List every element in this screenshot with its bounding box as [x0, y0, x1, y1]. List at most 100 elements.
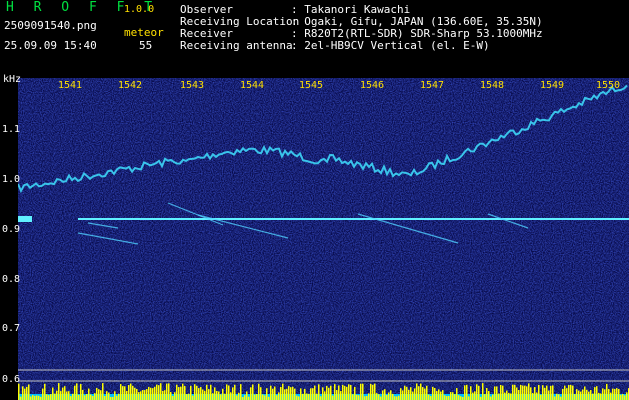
activity-bar — [20, 396, 22, 400]
activity-bar — [474, 391, 476, 400]
activity-bar — [286, 388, 288, 400]
x-tick-1544: 1544 — [240, 80, 265, 91]
activity-bar — [216, 390, 218, 400]
app-version: 1.0.0 — [124, 4, 155, 15]
activity-bar — [624, 395, 626, 400]
carrier-stub — [18, 216, 32, 222]
activity-bar — [374, 383, 376, 400]
activity-bar — [618, 389, 620, 400]
activity-bar — [578, 390, 580, 400]
x-tick-1550: 1550 — [596, 80, 621, 91]
activity-bar — [528, 383, 530, 400]
activity-bar — [312, 388, 314, 400]
activity-bar — [240, 384, 242, 400]
activity-bar — [22, 386, 24, 400]
activity-bar — [554, 396, 556, 400]
activity-bar — [120, 384, 122, 400]
activity-bar — [264, 395, 266, 400]
activity-bar — [46, 394, 48, 400]
activity-bar — [356, 394, 358, 400]
activity-bar — [106, 391, 108, 400]
activity-bar — [556, 393, 558, 400]
activity-bar — [214, 387, 216, 400]
y-tick-0-9: 0.9 — [2, 224, 21, 235]
activity-bar — [230, 392, 232, 400]
activity-bar — [346, 386, 348, 400]
activity-bar — [494, 386, 496, 400]
activity-bar — [410, 387, 412, 400]
activity-bar — [424, 388, 426, 400]
activity-bar — [522, 385, 524, 400]
activity-bar — [310, 388, 312, 400]
activity-bar — [250, 387, 252, 400]
activity-bar — [170, 391, 172, 400]
activity-bar — [548, 390, 550, 400]
activity-bar — [132, 385, 134, 400]
antenna-label: Receiving antenna — [180, 39, 293, 52]
antenna-value: : 2el-HB9CV Vertical (el. E-W) — [291, 39, 490, 52]
activity-bar — [144, 390, 146, 400]
activity-bar — [610, 392, 612, 400]
activity-bar — [82, 389, 84, 400]
activity-bar — [314, 385, 316, 400]
activity-bar — [400, 388, 402, 400]
activity-bar — [56, 390, 58, 400]
activity-bar — [332, 395, 334, 400]
activity-bar — [262, 394, 264, 400]
activity-bar — [602, 388, 604, 400]
activity-bar — [302, 393, 304, 400]
activity-bar — [436, 390, 438, 400]
y-tick-0-8: 0.8 — [2, 274, 21, 285]
activity-bar — [476, 384, 478, 400]
activity-bar — [368, 393, 370, 400]
activity-bar — [420, 383, 422, 400]
activity-bar — [94, 393, 96, 400]
activity-bar — [176, 384, 178, 400]
activity-bar — [202, 389, 204, 400]
file-name: 2509091540.png — [4, 19, 97, 32]
x-tick-1542: 1542 — [118, 80, 143, 91]
activity-bar — [558, 394, 560, 400]
activity-bar — [254, 394, 256, 400]
x-tick-1549: 1549 — [540, 80, 565, 91]
activity-bar — [536, 392, 538, 400]
activity-bar — [500, 384, 502, 400]
activity-bar — [572, 385, 574, 400]
activity-bar — [360, 383, 362, 400]
activity-bar — [182, 383, 184, 400]
y-axis-unit: kHz — [3, 74, 22, 85]
activity-bar — [606, 383, 608, 400]
activity-bar — [344, 385, 346, 400]
activity-bar — [402, 390, 404, 400]
activity-bar — [88, 388, 90, 400]
activity-bar — [108, 392, 110, 400]
activity-bar — [590, 390, 592, 400]
activity-bar — [566, 388, 568, 400]
y-tick-0-7: 0.7 — [2, 323, 21, 334]
activity-bar — [118, 393, 120, 400]
activity-bar — [42, 388, 44, 400]
x-tick-1543: 1543 — [180, 80, 205, 91]
activity-bar — [484, 394, 486, 400]
activity-bar — [336, 389, 338, 400]
y-tick-0-6: 0.6 — [2, 374, 21, 385]
activity-bar — [422, 387, 424, 400]
activity-bar — [116, 395, 118, 400]
activity-bar — [512, 384, 514, 400]
activity-bar — [440, 391, 442, 400]
activity-bar — [478, 385, 480, 400]
activity-bar — [416, 383, 418, 400]
activity-bar — [576, 389, 578, 400]
activity-bar — [376, 393, 378, 400]
meteor-label: meteor — [124, 26, 164, 39]
activity-bar — [438, 389, 440, 400]
activity-bar — [162, 390, 164, 400]
activity-bar — [392, 393, 394, 400]
activity-bar — [354, 386, 356, 400]
activity-bar — [496, 386, 498, 400]
activity-bar — [390, 390, 392, 400]
activity-bar — [48, 395, 50, 400]
activity-bar — [542, 385, 544, 400]
activity-bar — [452, 392, 454, 400]
activity-bar — [396, 396, 398, 400]
